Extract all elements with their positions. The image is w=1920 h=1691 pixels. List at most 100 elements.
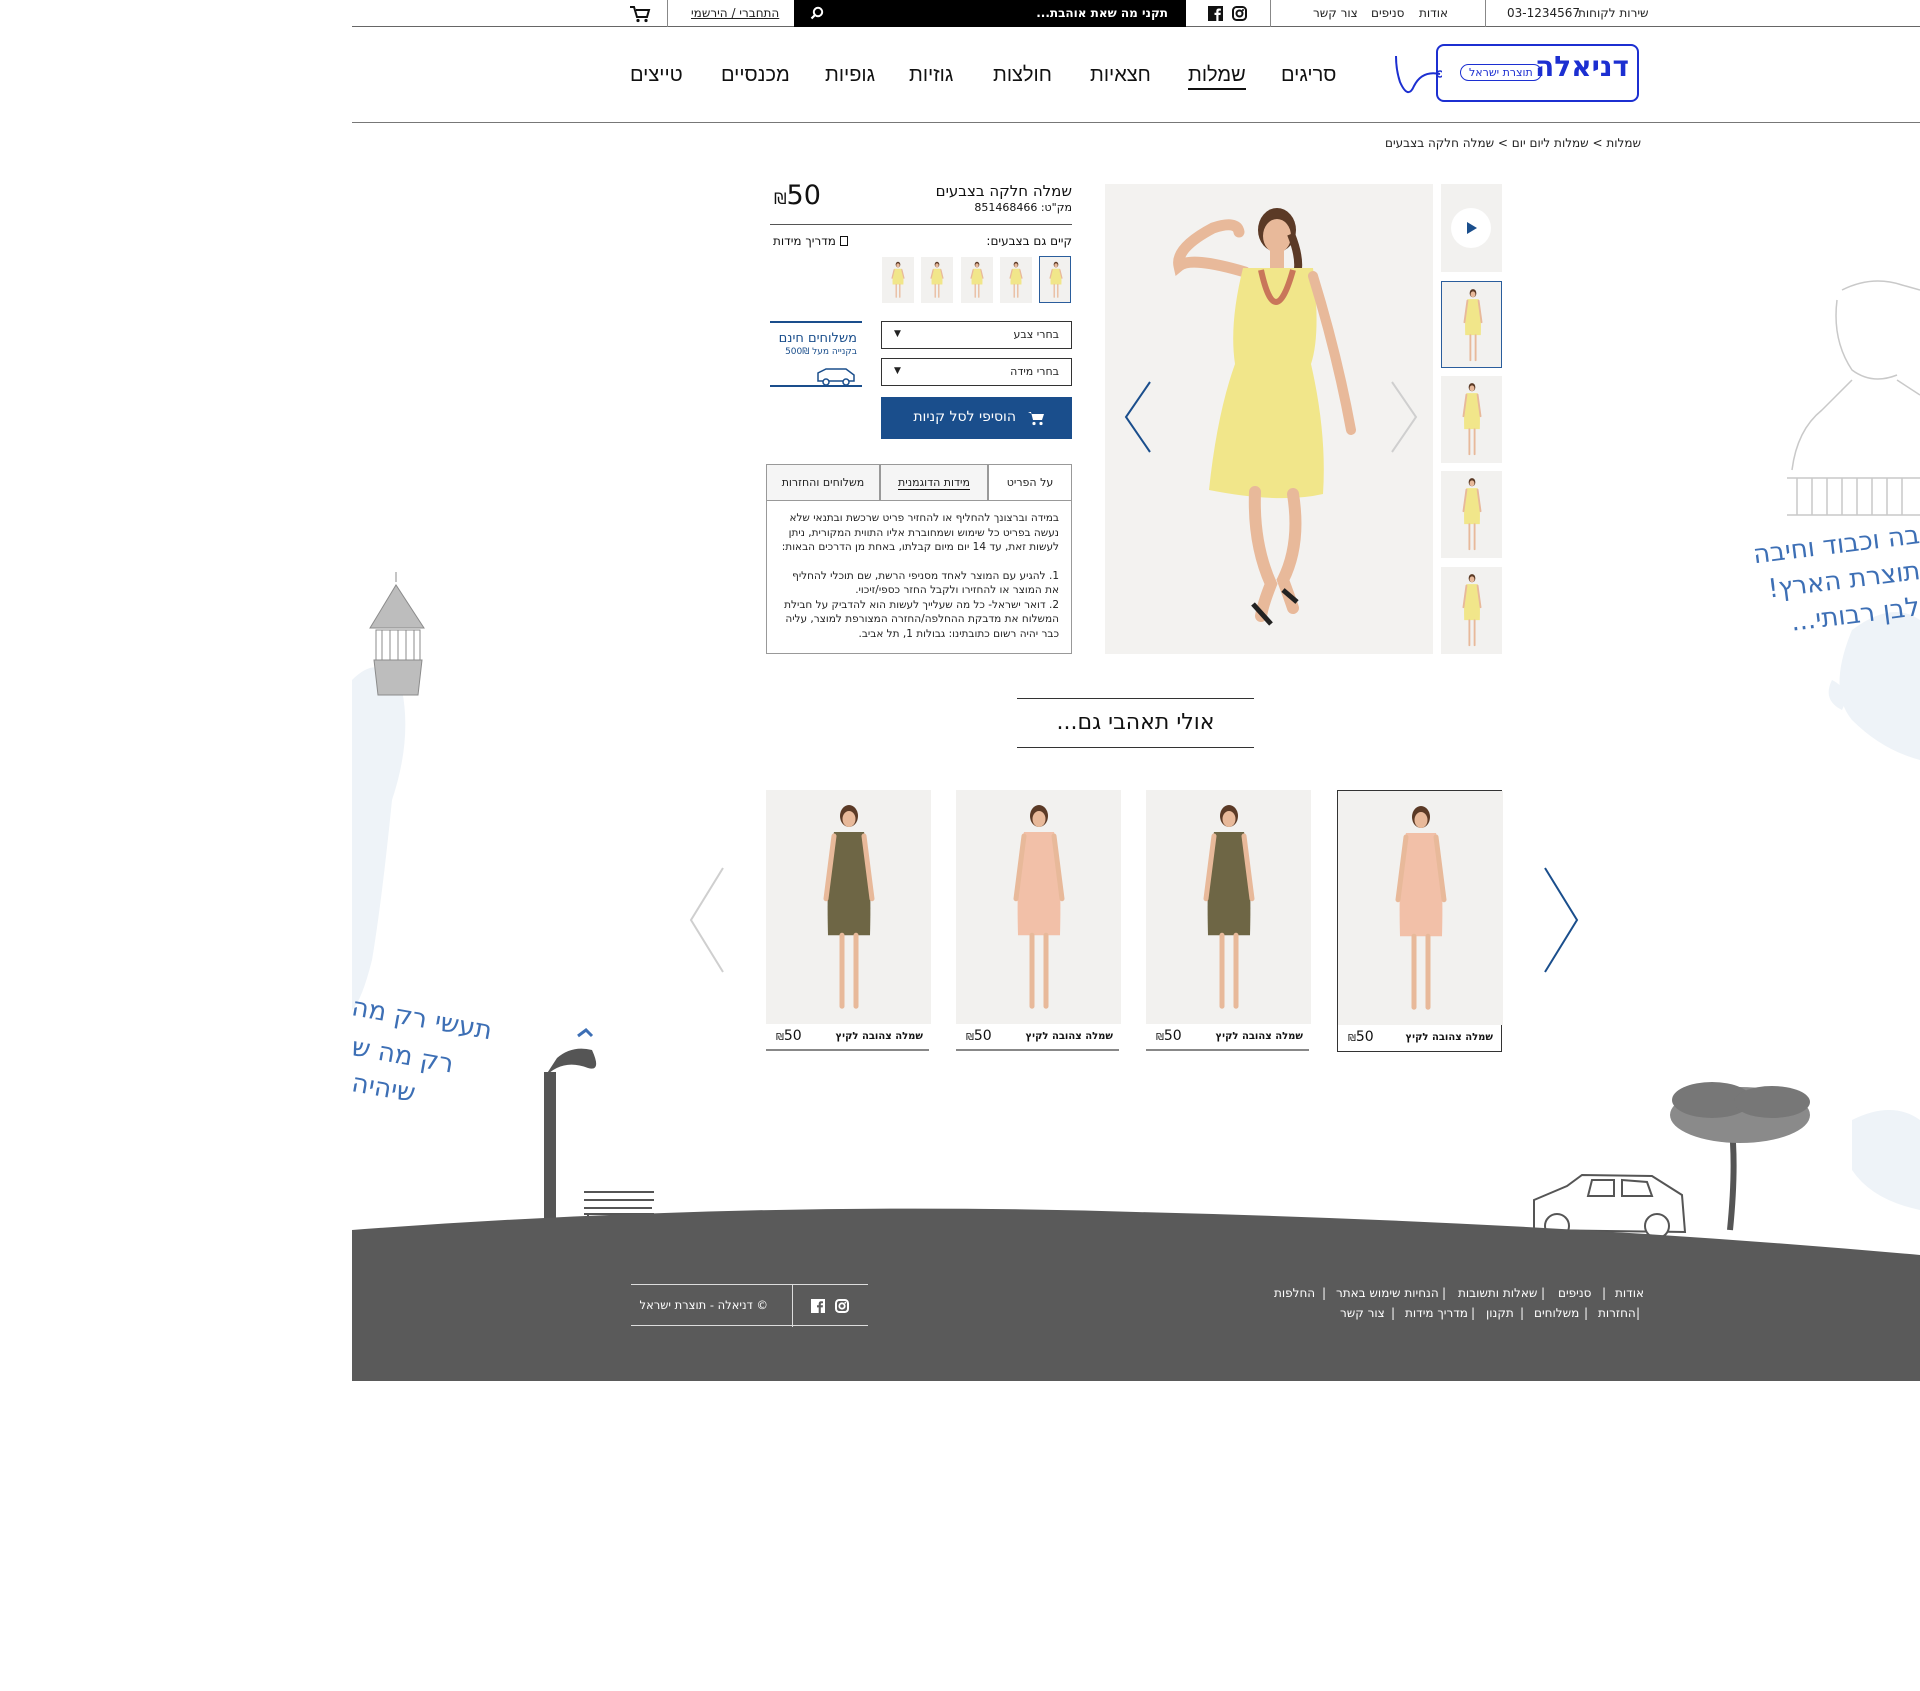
logo-string-icon [1395, 55, 1442, 93]
tree-icon [1670, 1082, 1810, 1231]
add-to-cart-button[interactable]: הוסיפי לסל קניות [881, 397, 1072, 439]
footer-separator: | [1584, 1306, 1589, 1320]
product-card[interactable]: שמלה צהובה לקיץ ₪50 [1146, 790, 1311, 1052]
footer-link-exchanges[interactable]: החלפות [1274, 1286, 1315, 1300]
search-bar[interactable]: תקני מה שאת אוהבת... [794, 0, 1186, 27]
search-icon[interactable] [810, 6, 824, 20]
topbar-link-branches[interactable]: סניפים [1371, 0, 1404, 27]
nav-item-shirts[interactable]: חולצות [993, 64, 1052, 87]
color-swatch[interactable] [961, 257, 993, 303]
facebook-icon[interactable] [1208, 6, 1223, 21]
product-card-image[interactable] [1146, 790, 1311, 1024]
main-product-image[interactable] [1105, 184, 1433, 654]
play-icon[interactable] [1451, 208, 1491, 248]
cart-icon [1028, 412, 1044, 426]
tab-model-size[interactable]: מידות הדוגמנית [880, 464, 988, 500]
tab-shipping-returns[interactable]: משלוחים והחזרות [766, 464, 880, 500]
nav-item-tank-tops[interactable]: גופיות [825, 64, 875, 87]
product-card-name[interactable]: שמלה צהובה לקיץ [1406, 1032, 1493, 1043]
product-card-image[interactable] [1338, 791, 1503, 1025]
instagram-icon[interactable] [1232, 6, 1247, 21]
color-select-label: בחרי צבע [1013, 328, 1059, 341]
model-icon [1395, 806, 1447, 1010]
product-price: ₪50 [774, 180, 821, 211]
gallery-thumbnail[interactable] [1441, 567, 1502, 654]
gallery-next-arrow-icon[interactable] [1389, 380, 1419, 454]
dropdown-arrow-icon: ▼ [894, 366, 901, 376]
color-swatch[interactable] [1039, 256, 1071, 303]
model-photo [1173, 208, 1356, 626]
service-label: שירות לקוחות [1578, 6, 1649, 20]
product-title: שמלה חלקה בצבעים [935, 182, 1072, 200]
product-card-price: ₪50 [1348, 1029, 1374, 1045]
model-icon [1009, 261, 1023, 298]
nav-item-skirts[interactable]: חצאיות [1090, 64, 1151, 87]
color-swatch[interactable] [1000, 257, 1032, 303]
instagram-icon[interactable] [835, 1299, 849, 1313]
breadcrumb[interactable]: שמלות > שמלות ליום יום > שמלה חלקה בצבעי… [1385, 136, 1641, 150]
topbar-link-about[interactable]: אודות [1419, 0, 1448, 27]
color-swatch[interactable] [921, 257, 953, 303]
footer-link-about[interactable]: אודות [1615, 1286, 1644, 1300]
nav-item-leggings[interactable]: טייצים [630, 64, 683, 87]
main-header: דניאלה תוצרת ישראל סריגים שמלות חצאיות ח… [352, 28, 1920, 123]
footer-link-returns[interactable]: החזרות [1598, 1306, 1636, 1320]
gallery-thumbnail[interactable] [1441, 376, 1502, 463]
gallery-prev-arrow-icon[interactable] [1123, 380, 1153, 454]
footer-separator: | [1471, 1306, 1476, 1320]
search-input[interactable]: תקני מה שאת אוהבת... [1036, 0, 1168, 26]
model-icon [1049, 261, 1063, 298]
street-lamp-icon [544, 1028, 597, 1227]
footer-link-regulations[interactable]: תקנון [1486, 1306, 1514, 1320]
service-phone[interactable]: 03-1234567 [1507, 0, 1580, 27]
logo-name: דניאלה [1535, 50, 1629, 83]
footer-link-size-guide[interactable]: מדריך מידות [1405, 1306, 1468, 1320]
divider [792, 1285, 793, 1327]
color-swatch[interactable] [882, 257, 914, 303]
color-select[interactable]: בחרי צבע ▼ [881, 321, 1072, 349]
video-thumbnail[interactable] [1441, 184, 1502, 272]
product-card-name[interactable]: שמלה צהובה לקיץ [1026, 1031, 1113, 1042]
footer-link-branches[interactable]: סניפים [1558, 1286, 1591, 1300]
site-logo[interactable]: דניאלה תוצרת ישראל [1436, 44, 1639, 102]
nav-item-dresses[interactable]: שמלות [1188, 64, 1246, 90]
model-icon [1462, 383, 1482, 456]
size-guide-link[interactable]: מדריך מידות [773, 234, 848, 248]
footer-separator: | [1442, 1286, 1447, 1300]
footer-link-shipping[interactable]: משלוחים [1534, 1306, 1579, 1320]
carousel-next-arrow-icon[interactable] [1542, 866, 1580, 974]
price-value: 50 [786, 180, 821, 211]
gallery-thumbnail[interactable] [1441, 471, 1502, 558]
footer-link-faq[interactable]: שאלות ותשובות [1458, 1286, 1537, 1300]
divider [956, 1049, 1119, 1051]
topbar-link-contact[interactable]: צור קשר [1313, 0, 1358, 27]
facebook-icon[interactable] [811, 1299, 825, 1313]
carousel-prev-arrow-icon[interactable] [688, 866, 726, 974]
size-select[interactable]: בחרי מידה ▼ [881, 358, 1072, 386]
product-card[interactable]: שמלה צהובה לקיץ ₪50 [956, 790, 1121, 1052]
product-card-name[interactable]: שמלה צהובה לקיץ [1216, 1031, 1303, 1042]
product-card[interactable]: שמלה צהובה לקיץ ₪50 [766, 790, 931, 1052]
product-card-name[interactable]: שמלה צהובה לקיץ [836, 1031, 923, 1042]
model-icon [1462, 574, 1482, 647]
free-shipping-title: משלוחים חינם [778, 331, 857, 346]
footer-link-contact[interactable]: צור קשר [1340, 1306, 1385, 1320]
footer-link-terms-of-use[interactable]: הנחיות שימוש באתר [1336, 1286, 1439, 1300]
product-card[interactable]: שמלה צהובה לקיץ ₪50 [1337, 790, 1503, 1052]
nav-item-crop-tops[interactable]: גוזיות [909, 64, 953, 87]
model-icon [930, 261, 944, 298]
cart-icon[interactable] [629, 5, 651, 23]
product-card-image[interactable] [766, 790, 931, 1024]
free-shipping-subtitle: בקנייה מעל 500₪ [785, 347, 857, 357]
gallery-thumbnail[interactable] [1441, 281, 1502, 368]
product-card-image[interactable] [956, 790, 1121, 1024]
login-link[interactable]: התחברי / הירשמי [691, 0, 779, 27]
size-select-label: בחרי מידה [1010, 365, 1059, 378]
footer [352, 1215, 1920, 1381]
tab-about-item[interactable]: על הפריט [988, 464, 1072, 501]
free-shipping-banner: משלוחים חינם בקנייה מעל 500₪ [770, 321, 862, 387]
nav-item-sweaters[interactable]: סריגים [1281, 64, 1336, 87]
nav-item-pants[interactable]: מכנסיים [721, 64, 790, 87]
model-icon [970, 261, 984, 298]
divider [770, 224, 1072, 225]
